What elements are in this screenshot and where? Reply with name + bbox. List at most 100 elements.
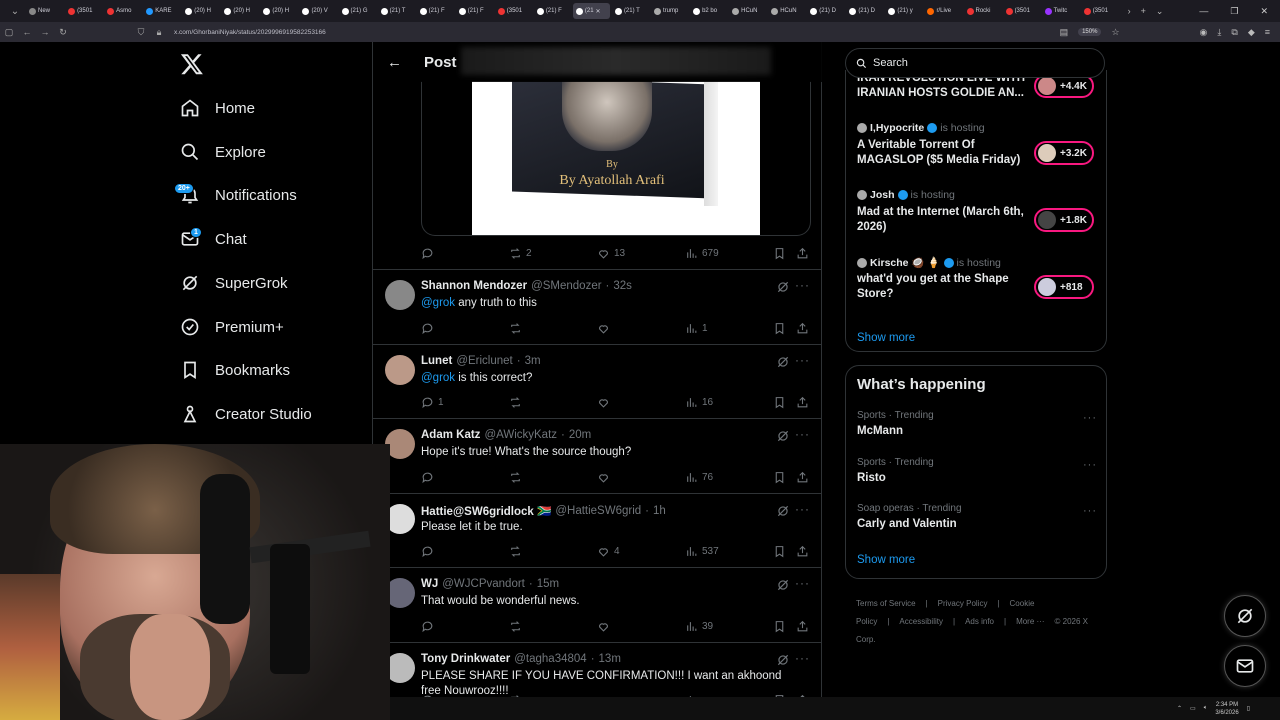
reload-icon[interactable]: ↻ xyxy=(54,27,72,38)
reply-button[interactable] xyxy=(421,247,434,260)
nav-creator-studio[interactable]: Creator Studio xyxy=(180,400,312,428)
views-button[interactable]: 1 xyxy=(685,322,708,335)
share-button[interactable] xyxy=(796,322,809,335)
space-title[interactable]: what'd you get at the Shape Store? xyxy=(857,272,1027,302)
share-button[interactable] xyxy=(796,545,809,558)
more-options-icon[interactable]: ··· xyxy=(795,502,810,516)
shield-icon[interactable]: ⛉ xyxy=(132,27,150,38)
repost-button[interactable] xyxy=(509,620,526,633)
browser-tab[interactable]: (21) T xyxy=(378,3,415,19)
tray-chevron-icon[interactable]: ⌃ xyxy=(1177,705,1182,712)
browser-tab[interactable]: HCuN xyxy=(768,3,805,19)
reply-author-handle[interactable]: @tagha34804 xyxy=(514,653,586,665)
browser-tab[interactable]: (21 ✕ xyxy=(572,3,610,19)
repost-button[interactable] xyxy=(509,471,526,484)
like-button[interactable] xyxy=(597,620,614,633)
repost-button[interactable] xyxy=(509,545,526,558)
spaces-show-more[interactable]: Show more xyxy=(857,332,915,344)
reply-author-handle[interactable]: @SMendozer xyxy=(531,280,601,292)
grok-fab[interactable] xyxy=(1224,595,1266,637)
reply-time[interactable]: 20m xyxy=(569,429,591,441)
share-button[interactable] xyxy=(796,620,809,633)
more-options-icon[interactable]: ··· xyxy=(795,278,810,292)
browser-tab[interactable]: HCuN xyxy=(729,3,766,19)
reply-time[interactable]: 15m xyxy=(537,578,559,590)
scroll-tabs-right-icon[interactable]: › xyxy=(1128,6,1131,17)
browser-tab[interactable]: (21) T xyxy=(612,3,649,19)
browser-tab[interactable]: trump xyxy=(651,3,688,19)
taskbar-clock[interactable]: 2:34 PM 3/6/2026 xyxy=(1215,701,1238,717)
avatar[interactable] xyxy=(385,280,415,310)
address-bar[interactable]: x.com/GhorbaniNiyak/status/2029996919582… xyxy=(174,29,326,36)
repost-button[interactable]: 2 xyxy=(509,247,532,260)
extensions-icon[interactable]: ⧉ xyxy=(1231,27,1237,38)
grok-explain-icon[interactable] xyxy=(776,653,790,667)
reply-row[interactable]: Lunet @Ericlunet · 3m @grok is this correct?… xyxy=(373,343,822,419)
repost-button[interactable] xyxy=(509,322,526,335)
browser-tab[interactable]: KARE xyxy=(143,3,180,19)
account-icon[interactable]: ◉ xyxy=(1200,27,1208,38)
more-options-icon[interactable]: ··· xyxy=(795,353,810,367)
reply-author-handle[interactable]: @Ericlunet xyxy=(456,355,512,367)
more-options-icon[interactable]: ··· xyxy=(795,427,810,441)
browser-tab[interactable]: (21) F xyxy=(534,3,571,19)
share-button[interactable] xyxy=(796,471,809,484)
tab-list-icon[interactable]: ⌄ xyxy=(4,6,26,17)
reply-button[interactable] xyxy=(421,471,438,484)
like-button[interactable]: 4 xyxy=(597,545,620,558)
browser-tab[interactable]: (3501 xyxy=(1003,3,1040,19)
space-title[interactable]: Mad at the Internet (March 6th, 2026) xyxy=(857,205,1027,235)
browser-tab[interactable]: b2 bo xyxy=(690,3,727,19)
reply-author-name[interactable]: WJ xyxy=(421,578,438,590)
reply-author-handle[interactable]: @AWickyKatz xyxy=(484,429,557,441)
trends-show-more[interactable]: Show more xyxy=(857,554,915,566)
tab-close-icon[interactable]: ✕ xyxy=(596,8,601,15)
footer-link[interactable]: More ··· xyxy=(1016,617,1044,626)
like-button[interactable] xyxy=(597,471,614,484)
back-nav-icon[interactable]: ← xyxy=(18,27,36,37)
browser-tab[interactable]: (20) H xyxy=(221,3,258,19)
footer-link[interactable]: Ads info xyxy=(965,617,994,626)
bookmark-button[interactable] xyxy=(773,471,786,484)
reply-author-name[interactable]: Adam Katz xyxy=(421,429,480,441)
more-options-icon[interactable]: ··· xyxy=(795,651,810,665)
reader-view-icon[interactable]: ▤ xyxy=(1060,27,1069,38)
footer-link[interactable]: Accessibility xyxy=(899,617,943,626)
reply-button[interactable]: 1 xyxy=(421,396,444,409)
avatar[interactable] xyxy=(385,354,415,385)
browser-tab[interactable]: (21) D xyxy=(807,3,844,19)
browser-tab[interactable]: Rocki xyxy=(964,3,1001,19)
new-tab-icon[interactable]: + xyxy=(1141,6,1146,17)
share-button[interactable] xyxy=(796,396,809,409)
reply-author-handle[interactable]: @HattieSW6grid xyxy=(555,505,641,517)
grok-explain-icon[interactable] xyxy=(776,355,790,369)
browser-tab[interactable]: (3501 xyxy=(495,3,532,19)
bookmark-button[interactable] xyxy=(773,247,786,260)
like-button[interactable] xyxy=(597,396,614,409)
reply-row[interactable]: Adam Katz @AWickyKatz · 20m Hope it's true! … xyxy=(373,418,822,493)
space-listeners-pill[interactable]: +818 xyxy=(1034,275,1094,299)
reply-author-handle[interactable]: @WJCPvandort xyxy=(442,578,525,590)
reply-time[interactable]: 13m xyxy=(599,653,621,665)
tab-overflow-icon[interactable]: ⌄ xyxy=(1156,6,1164,17)
reply-author-name[interactable]: Hattie@SW6gridlock 🇿🇦 xyxy=(421,504,551,518)
share-button[interactable] xyxy=(796,247,809,260)
more-options-icon[interactable]: ··· xyxy=(795,576,810,590)
footer-link[interactable]: Terms of Service xyxy=(856,599,916,608)
back-arrow-icon[interactable]: ← xyxy=(387,54,402,71)
more-options-icon[interactable]: ··· xyxy=(1083,459,1097,471)
close-window-icon[interactable]: ✕ xyxy=(1260,6,1268,17)
reply-time[interactable]: 3m xyxy=(525,355,541,367)
reply-row[interactable]: WJ @WJCPvandort · 15m That would be wonderfu… xyxy=(373,567,822,642)
reply-author-name[interactable]: Lunet xyxy=(421,355,452,367)
nav-supergrok[interactable]: SuperGrok xyxy=(180,269,288,297)
nav-premium[interactable]: Premium+ xyxy=(180,313,284,341)
grok-explain-icon[interactable] xyxy=(776,280,790,294)
space-listeners-pill[interactable]: +3.2K xyxy=(1034,141,1094,165)
bookmark-button[interactable] xyxy=(773,620,786,633)
repost-button[interactable] xyxy=(509,396,526,409)
views-button[interactable]: 39 xyxy=(685,620,713,633)
forward-nav-icon[interactable]: → xyxy=(36,27,54,37)
browser-tab[interactable]: (3501 xyxy=(65,3,102,19)
browser-tab[interactable]: New xyxy=(26,3,63,19)
